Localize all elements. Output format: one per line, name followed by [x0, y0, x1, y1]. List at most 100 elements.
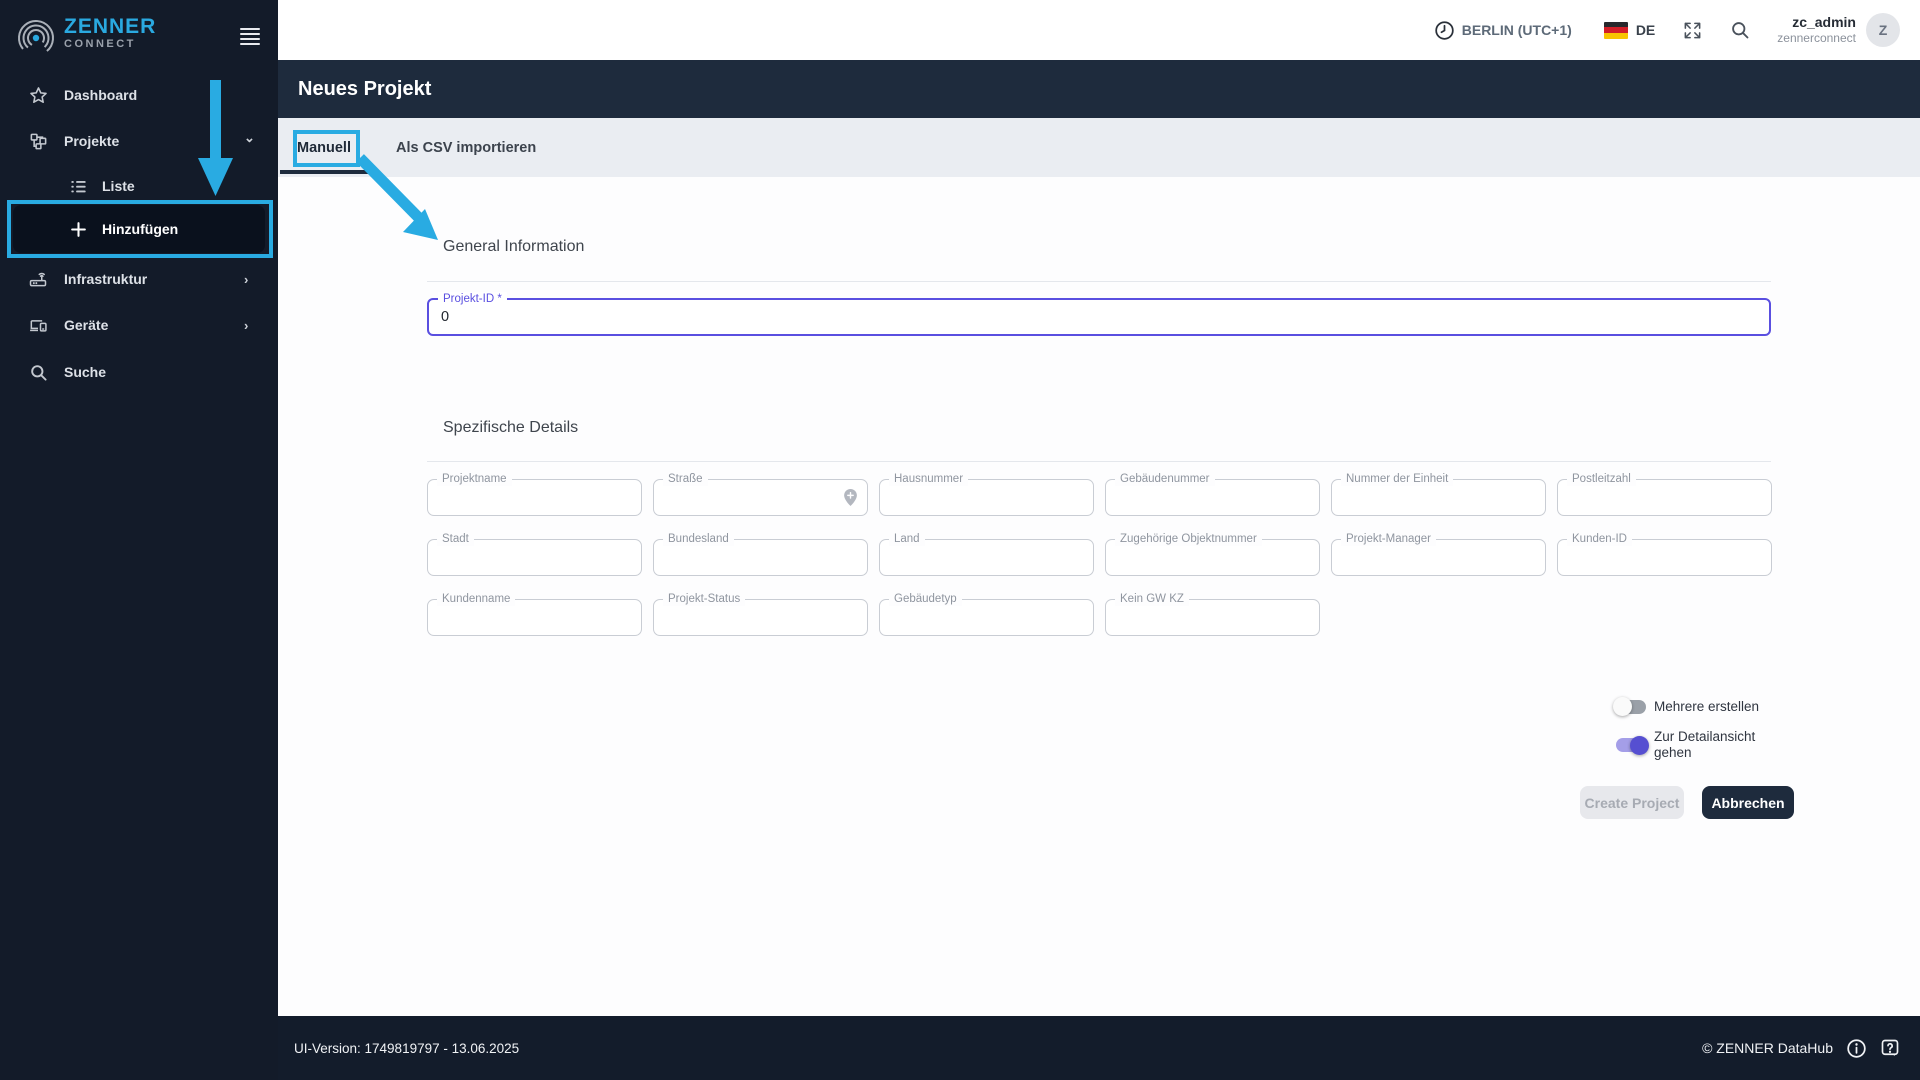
clock-icon — [1435, 20, 1454, 40]
mehrere-erstellen-toggle[interactable] — [1613, 697, 1646, 716]
search-icon[interactable] — [1729, 19, 1751, 41]
zur-detailansicht-toggle[interactable] — [1616, 735, 1649, 755]
sidebar-item-dashboard[interactable]: Dashboard — [0, 80, 278, 110]
sidebar-item-hinzufuegen[interactable]: Hinzufügen — [0, 214, 278, 244]
search-icon — [28, 362, 48, 382]
sidebar-item-label: Dashboard — [64, 87, 138, 103]
field-projektname: Projektname — [427, 472, 642, 516]
gebaeudetyp-input[interactable] — [890, 605, 1060, 629]
toggle-label: Zur Detailansicht gehen — [1654, 729, 1756, 760]
app-logo[interactable]: ZENNER CONNECT — [16, 16, 156, 58]
language-code: DE — [1635, 22, 1656, 38]
field-label: Stadt — [437, 532, 474, 546]
field-label: Straße — [663, 472, 708, 486]
chevron-down-icon: ⌄ — [244, 130, 255, 145]
field-label: Bundesland — [663, 532, 734, 546]
star-icon — [28, 85, 48, 105]
field-label: Gebäudenummer — [1115, 472, 1215, 486]
field-nummer-der-einheit: Nummer der Einheit — [1331, 472, 1546, 516]
active-tab-indicator — [280, 170, 370, 174]
create-project-button[interactable]: Create Project — [1580, 786, 1684, 819]
gebaeudenummer-input[interactable] — [1116, 485, 1286, 509]
language-selector[interactable]: DE — [1603, 21, 1656, 39]
kein-gw-kz-input[interactable] — [1116, 605, 1286, 629]
field-label: Kunden-ID — [1567, 532, 1632, 546]
field-land: Land — [879, 532, 1094, 576]
field-label: Kein GW KZ — [1115, 592, 1189, 606]
list-icon — [68, 176, 88, 196]
projekt-status-input[interactable] — [664, 605, 834, 629]
field-strasse: Straße — [653, 472, 868, 516]
menu-toggle-icon[interactable] — [240, 28, 260, 45]
chevron-right-icon: › — [244, 271, 249, 287]
zugehoerige-objektnummer-input[interactable] — [1116, 545, 1286, 569]
timezone-label: BERLIN (UTC+1) — [1461, 22, 1572, 38]
nummer-der-einheit-input[interactable] — [1342, 485, 1512, 509]
field-bundesland: Bundesland — [653, 532, 868, 576]
avatar[interactable]: Z — [1866, 13, 1900, 47]
brand-subtitle: CONNECT — [64, 38, 136, 50]
projektname-input[interactable] — [438, 485, 608, 509]
field-kein-gw-kz: Kein GW KZ — [1105, 592, 1320, 636]
tab-csv-import[interactable]: Als CSV importieren — [370, 118, 562, 177]
projekt-id-input[interactable] — [441, 304, 1741, 330]
main-area: BERLIN (UTC+1) DE zc_admin zennerconnect… — [278, 0, 1920, 1080]
chevron-right-icon: › — [244, 317, 249, 333]
hausnummer-input[interactable] — [890, 485, 1060, 509]
kunden-id-input[interactable] — [1568, 545, 1738, 569]
help-icon[interactable] — [1880, 1038, 1900, 1058]
divider — [427, 281, 1771, 282]
sidebar-item-suche[interactable]: Suche — [0, 357, 278, 387]
cancel-button[interactable]: Abbrechen — [1702, 786, 1794, 819]
timezone-display: BERLIN (UTC+1) — [1434, 20, 1572, 41]
projekt-manager-input[interactable] — [1342, 545, 1512, 569]
user-organization: zennerconnect — [1777, 31, 1856, 45]
field-hausnummer: Hausnummer — [879, 472, 1094, 516]
zenner-signal-icon — [18, 20, 54, 56]
toggle-row-zur-detailansicht: Zur Detailansicht gehen — [1616, 729, 1766, 761]
plus-icon — [68, 219, 88, 239]
field-gebaeudetyp: Gebäudetyp — [879, 592, 1094, 636]
sidebar-item-infrastruktur[interactable]: Infrastruktur › — [0, 264, 278, 294]
field-label: Kundenname — [437, 592, 516, 606]
sidebar-item-liste[interactable]: Liste — [0, 171, 278, 201]
sidebar-item-projekte[interactable]: Projekte ⌄ — [0, 126, 278, 156]
field-label: Hausnummer — [889, 472, 969, 486]
field-label: Nummer der Einheit — [1341, 472, 1454, 486]
tab-bar: Manuell Als CSV importieren — [278, 118, 1920, 177]
stadt-input[interactable] — [438, 545, 608, 569]
form-actions: Create Project Abbrechen — [1580, 786, 1794, 819]
field-label: Land — [889, 532, 925, 546]
field-projekt-manager: Projekt-Manager — [1331, 532, 1546, 576]
field-label: Projekt-Manager — [1341, 532, 1437, 546]
kundenname-input[interactable] — [438, 605, 608, 629]
toggle-row-mehrere-erstellen: Mehrere erstellen — [1613, 697, 1759, 716]
sidebar-item-label: Projekte — [64, 133, 120, 149]
strasse-input[interactable] — [664, 485, 834, 509]
field-gebaeudenummer: Gebäudenummer — [1105, 472, 1320, 516]
field-postleitzahl: Postleitzahl — [1557, 472, 1772, 516]
place-pin-icon[interactable] — [842, 488, 859, 512]
land-input[interactable] — [890, 545, 1060, 569]
devices-icon — [28, 315, 48, 335]
field-label: Zugehörige Objektnummer — [1115, 532, 1262, 546]
bundesland-input[interactable] — [664, 545, 834, 569]
fullscreen-icon[interactable] — [1681, 19, 1703, 41]
field-label: Postleitzahl — [1567, 472, 1636, 486]
ui-version-text: UI-Version: 1749819797 - 13.06.2025 — [294, 1040, 520, 1056]
sidebar-item-geraete[interactable]: Geräte › — [0, 310, 278, 340]
field-label: Projektname — [437, 472, 512, 486]
sidebar-item-label: Infrastruktur — [64, 271, 148, 287]
sidebar-item-label: Suche — [64, 364, 107, 380]
info-icon[interactable] — [1846, 1038, 1867, 1059]
german-flag-icon — [1603, 21, 1628, 39]
tab-manuell[interactable]: Manuell — [278, 118, 370, 177]
sidebar-item-label: Hinzufügen — [102, 221, 179, 237]
top-header: BERLIN (UTC+1) DE zc_admin zennerconnect… — [278, 0, 1920, 60]
field-kundenname: Kundenname — [427, 592, 642, 636]
postleitzahl-input[interactable] — [1568, 485, 1738, 509]
router-icon — [28, 269, 48, 289]
projekt-id-field: Projekt-ID * — [427, 292, 1771, 336]
field-stadt: Stadt — [427, 532, 642, 576]
user-menu[interactable]: zc_admin zennerconnect — [1777, 14, 1856, 46]
